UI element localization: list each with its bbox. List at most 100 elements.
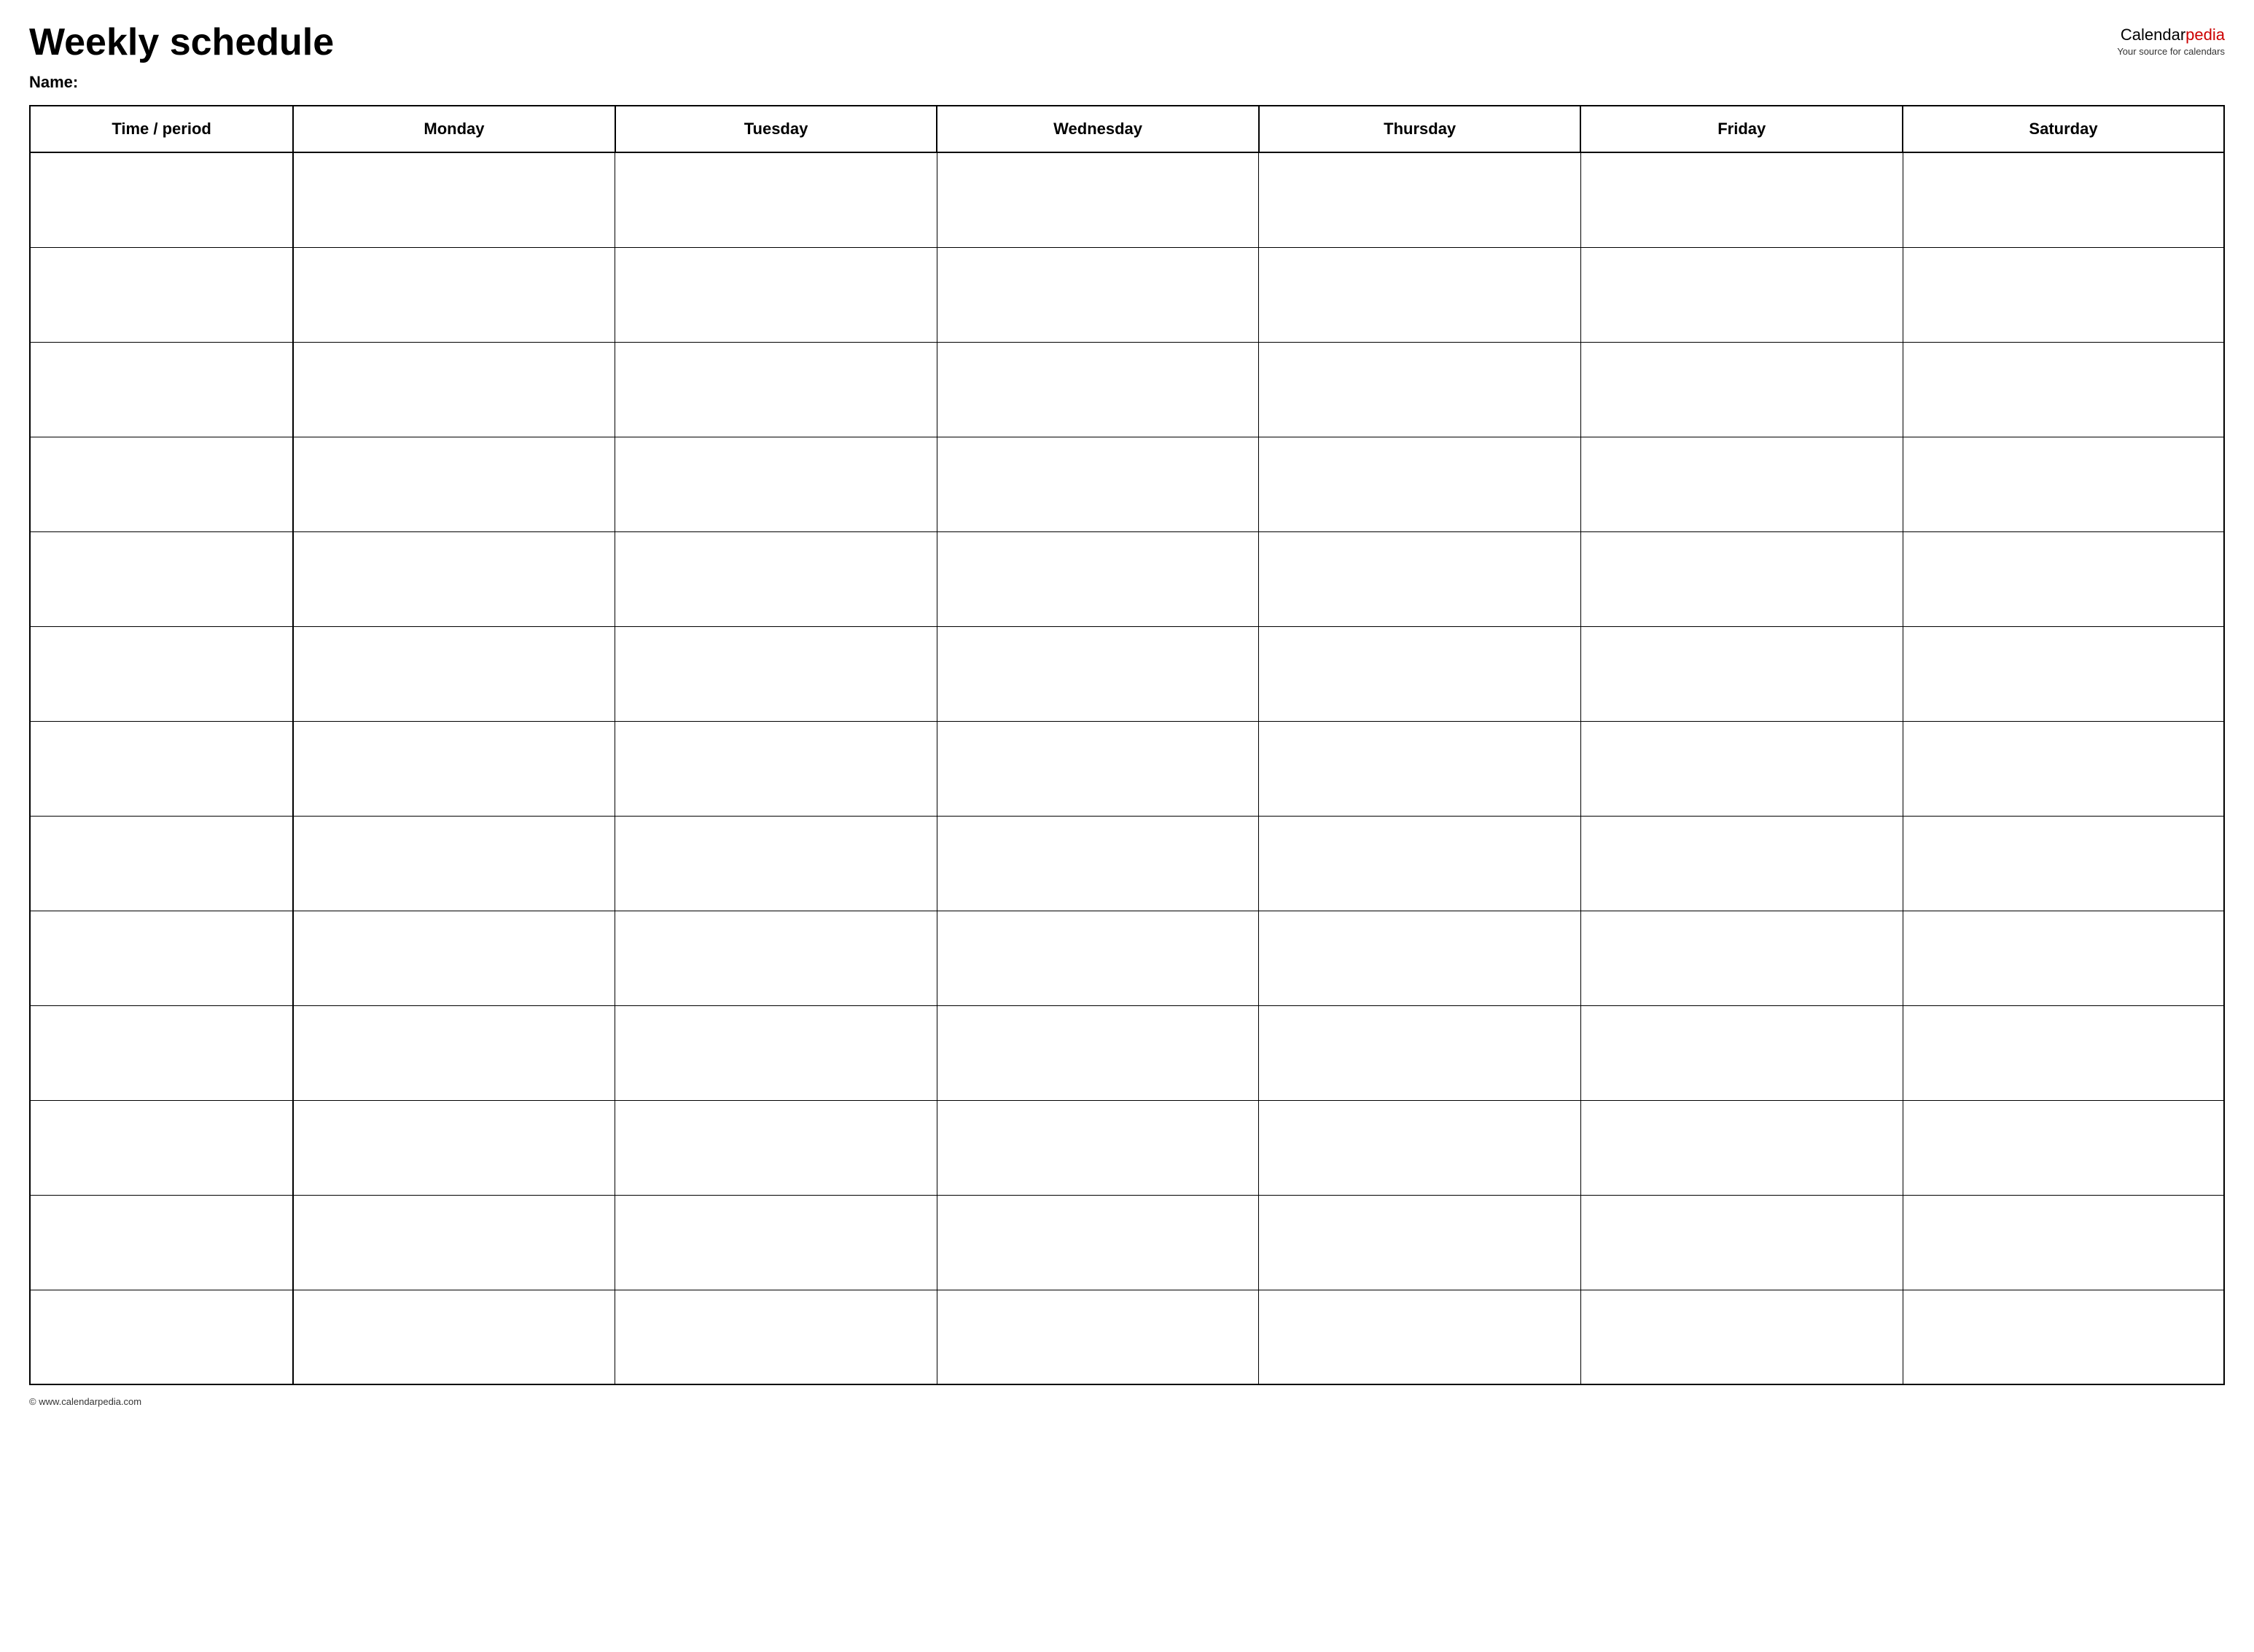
schedule-cell[interactable] <box>1259 1290 1581 1384</box>
schedule-cell[interactable] <box>937 1100 1259 1195</box>
schedule-cell[interactable] <box>1580 1100 1903 1195</box>
schedule-cell[interactable] <box>1903 1195 2224 1290</box>
schedule-cell[interactable] <box>937 437 1259 531</box>
schedule-cell[interactable] <box>937 1195 1259 1290</box>
schedule-cell[interactable] <box>615 721 937 816</box>
schedule-cell[interactable] <box>937 626 1259 721</box>
time-period-cell[interactable] <box>30 1290 293 1384</box>
schedule-cell[interactable] <box>1259 911 1581 1005</box>
schedule-cell[interactable] <box>615 1100 937 1195</box>
schedule-cell[interactable] <box>293 626 615 721</box>
schedule-cell[interactable] <box>937 342 1259 437</box>
schedule-cell[interactable] <box>615 342 937 437</box>
schedule-cell[interactable] <box>293 1005 615 1100</box>
schedule-cell[interactable] <box>615 1005 937 1100</box>
schedule-cell[interactable] <box>293 1195 615 1290</box>
schedule-cell[interactable] <box>293 911 615 1005</box>
schedule-cell[interactable] <box>1259 152 1581 247</box>
schedule-cell[interactable] <box>615 437 937 531</box>
time-period-cell[interactable] <box>30 721 293 816</box>
time-period-cell[interactable] <box>30 626 293 721</box>
table-row <box>30 911 2224 1005</box>
schedule-cell[interactable] <box>937 721 1259 816</box>
schedule-cell[interactable] <box>293 531 615 626</box>
schedule-cell[interactable] <box>293 1100 615 1195</box>
schedule-cell[interactable] <box>615 152 937 247</box>
time-period-cell[interactable] <box>30 911 293 1005</box>
schedule-cell[interactable] <box>1580 437 1903 531</box>
schedule-cell[interactable] <box>1580 721 1903 816</box>
time-period-cell[interactable] <box>30 342 293 437</box>
time-period-cell[interactable] <box>30 816 293 911</box>
time-period-cell[interactable] <box>30 531 293 626</box>
schedule-cell[interactable] <box>1903 152 2224 247</box>
schedule-cell[interactable] <box>293 152 615 247</box>
schedule-cell[interactable] <box>1259 342 1581 437</box>
schedule-cell[interactable] <box>1580 152 1903 247</box>
logo-area: Calendarpedia Your source for calendars <box>2117 26 2225 57</box>
schedule-cell[interactable] <box>1903 437 2224 531</box>
schedule-cell[interactable] <box>1903 626 2224 721</box>
schedule-cell[interactable] <box>937 1005 1259 1100</box>
schedule-cell[interactable] <box>1259 816 1581 911</box>
schedule-cell[interactable] <box>615 1290 937 1384</box>
time-period-cell[interactable] <box>30 1100 293 1195</box>
table-row <box>30 1195 2224 1290</box>
schedule-cell[interactable] <box>1903 247 2224 342</box>
schedule-cell[interactable] <box>1580 626 1903 721</box>
schedule-cell[interactable] <box>1903 1290 2224 1384</box>
schedule-cell[interactable] <box>1259 1100 1581 1195</box>
time-period-cell[interactable] <box>30 1005 293 1100</box>
schedule-cell[interactable] <box>1259 531 1581 626</box>
schedule-cell[interactable] <box>937 1290 1259 1384</box>
time-period-cell[interactable] <box>30 247 293 342</box>
schedule-cell[interactable] <box>1259 247 1581 342</box>
time-period-cell[interactable] <box>30 437 293 531</box>
schedule-cell[interactable] <box>1259 1005 1581 1100</box>
schedule-cell[interactable] <box>1903 1005 2224 1100</box>
schedule-cell[interactable] <box>1580 1195 1903 1290</box>
schedule-cell[interactable] <box>937 247 1259 342</box>
schedule-cell[interactable] <box>1903 342 2224 437</box>
schedule-cell[interactable] <box>1580 342 1903 437</box>
schedule-cell[interactable] <box>615 531 937 626</box>
schedule-cell[interactable] <box>615 626 937 721</box>
schedule-cell[interactable] <box>1580 911 1903 1005</box>
schedule-cell[interactable] <box>293 437 615 531</box>
schedule-cell[interactable] <box>1903 531 2224 626</box>
table-row <box>30 342 2224 437</box>
table-row <box>30 626 2224 721</box>
schedule-cell[interactable] <box>1259 437 1581 531</box>
schedule-cell[interactable] <box>1580 531 1903 626</box>
schedule-cell[interactable] <box>615 247 937 342</box>
schedule-cell[interactable] <box>1580 247 1903 342</box>
schedule-cell[interactable] <box>615 1195 937 1290</box>
schedule-cell[interactable] <box>937 911 1259 1005</box>
schedule-cell[interactable] <box>1903 911 2224 1005</box>
schedule-cell[interactable] <box>293 342 615 437</box>
schedule-cell[interactable] <box>293 247 615 342</box>
schedule-cell[interactable] <box>1259 626 1581 721</box>
table-row <box>30 531 2224 626</box>
schedule-cell[interactable] <box>615 816 937 911</box>
schedule-cell[interactable] <box>293 816 615 911</box>
schedule-cell[interactable] <box>1903 721 2224 816</box>
schedule-cell[interactable] <box>1580 816 1903 911</box>
schedule-cell[interactable] <box>1259 721 1581 816</box>
schedule-cell[interactable] <box>1259 1195 1581 1290</box>
schedule-cell[interactable] <box>937 152 1259 247</box>
schedule-cell[interactable] <box>937 531 1259 626</box>
schedule-cell[interactable] <box>293 721 615 816</box>
schedule-cell[interactable] <box>293 1290 615 1384</box>
schedule-cell[interactable] <box>937 816 1259 911</box>
time-period-cell[interactable] <box>30 152 293 247</box>
table-row <box>30 152 2224 247</box>
schedule-cell[interactable] <box>1580 1290 1903 1384</box>
schedule-cell[interactable] <box>1903 1100 2224 1195</box>
table-row <box>30 816 2224 911</box>
footer-copyright: © www.calendarpedia.com <box>29 1396 141 1407</box>
schedule-cell[interactable] <box>1903 816 2224 911</box>
time-period-cell[interactable] <box>30 1195 293 1290</box>
schedule-cell[interactable] <box>1580 1005 1903 1100</box>
schedule-cell[interactable] <box>615 911 937 1005</box>
